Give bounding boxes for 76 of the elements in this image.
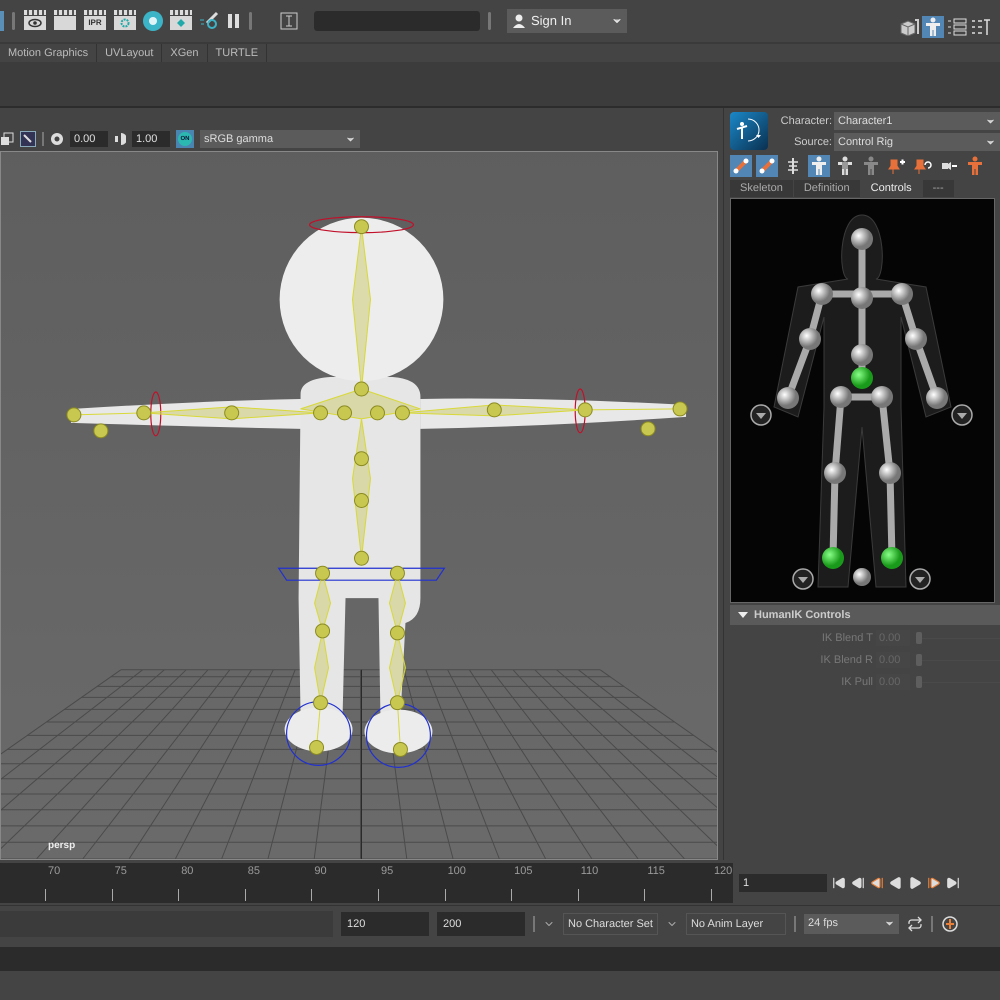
bone-icon — [758, 157, 776, 175]
render-layers-icon[interactable] — [169, 10, 193, 32]
hik-tab[interactable]: Definition — [794, 180, 861, 197]
render-frame-icon[interactable] — [53, 10, 77, 32]
frame-number: 90 — [313, 864, 328, 879]
camera-label: persp — [48, 839, 76, 853]
previous-key-icon[interactable] — [870, 876, 884, 890]
source-label: Source: — [793, 134, 833, 150]
frame-number: 75 — [114, 864, 128, 879]
render-settings-icon[interactable] — [113, 10, 137, 32]
fps-dropdown[interactable]: 24 fps — [804, 914, 899, 934]
channel-box-icon — [947, 18, 967, 36]
frame-number: 105 — [513, 864, 534, 879]
slider-track[interactable] — [916, 676, 1000, 688]
next-key-icon[interactable] — [927, 876, 941, 890]
color-space-dropdown[interactable]: sRGB gamma — [200, 130, 360, 148]
collapse-triangle-icon — [738, 612, 748, 618]
section-header[interactable]: HumanIK Controls — [730, 605, 1000, 625]
figure-icon — [966, 156, 984, 176]
gamma-icon[interactable] — [114, 132, 126, 146]
shelf-tab[interactable]: TURTLE — [208, 44, 268, 62]
brush-icon[interactable] — [20, 131, 36, 147]
auto-key-icon[interactable] — [940, 914, 959, 932]
slider-track[interactable] — [916, 632, 1000, 644]
character-label: Character: — [780, 114, 833, 129]
copy-icon[interactable] — [0, 132, 14, 146]
frame-number: 85 — [246, 864, 262, 879]
render-view-icon[interactable] — [23, 10, 47, 32]
character-dropdown[interactable]: Character1 — [834, 112, 1000, 130]
frame-number: 115 — [646, 864, 666, 879]
workspace-tool-button[interactable] — [898, 16, 920, 38]
anim-layer-field[interactable]: No Anim Layer — [686, 912, 786, 934]
frame-number: 120 — [712, 864, 734, 879]
current-frame-field[interactable]: 1 — [739, 874, 827, 892]
bone-icon — [732, 157, 750, 175]
step-back-icon[interactable] — [851, 876, 865, 890]
go-to-end-icon[interactable] — [946, 876, 960, 890]
frame-number: 80 — [180, 864, 194, 879]
character-set-field[interactable]: No Character Set — [563, 912, 658, 934]
figure-icon — [836, 156, 854, 176]
play-backwards-icon[interactable] — [889, 876, 903, 890]
end-time-field[interactable]: 120 — [341, 912, 429, 936]
play-icon[interactable] — [908, 876, 922, 890]
hik-tab[interactable]: Skeleton — [730, 180, 794, 197]
user-icon — [511, 13, 527, 29]
go-to-start-icon[interactable] — [832, 876, 846, 890]
hik-tab[interactable]: --- — [922, 180, 955, 197]
frame-number: 110 — [580, 864, 600, 879]
spine-icon — [786, 157, 800, 175]
cube-icon — [899, 18, 919, 36]
loop-icon[interactable] — [906, 916, 923, 932]
frame-number: 70 — [47, 864, 62, 879]
source-dropdown[interactable]: Control Rig — [834, 133, 1000, 151]
attribute-editor-icon — [971, 18, 991, 36]
text-cursor-icon[interactable] — [280, 12, 298, 30]
figure-icon — [862, 156, 880, 176]
slider-track[interactable] — [916, 654, 1000, 666]
pin-plus-icon — [888, 157, 906, 175]
hypershade-icon[interactable] — [143, 11, 163, 31]
search-field[interactable] — [314, 11, 480, 31]
pause-icon[interactable] — [227, 13, 241, 29]
figure-icon — [924, 17, 942, 37]
aperture-icon[interactable] — [50, 132, 64, 146]
frame-number: 95 — [380, 864, 394, 879]
sign-in-button[interactable]: Sign In — [507, 9, 627, 33]
workspace-tool-button[interactable] — [922, 16, 944, 38]
workspace-tool-button[interactable] — [946, 16, 968, 38]
time-ruler[interactable]: 70 75 80 85 90 95 100 105 110 115 120 — [0, 863, 733, 903]
light-editor-icon[interactable] — [199, 11, 221, 31]
exposure-field[interactable]: 0.00 — [70, 131, 108, 147]
gamma-field[interactable]: 1.00 — [132, 131, 170, 147]
figure-icon — [810, 156, 828, 176]
hik-logo-icon[interactable] — [730, 112, 768, 150]
pin-reset-icon — [914, 157, 932, 175]
max-end-time-field[interactable]: 200 — [437, 912, 525, 936]
frame-number: 100 — [446, 864, 467, 879]
